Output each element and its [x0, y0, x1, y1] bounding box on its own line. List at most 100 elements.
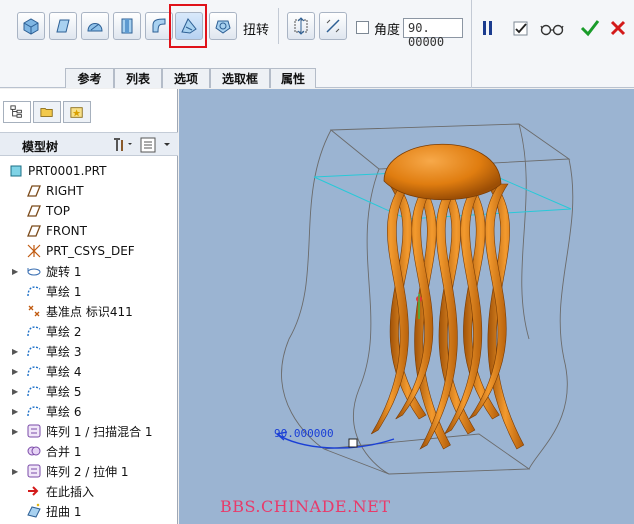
tree-columns-button[interactable] — [140, 137, 174, 153]
sketch-icon — [26, 343, 42, 359]
tree-item-label: 草绘 3 — [46, 344, 82, 359]
tree-settings-button[interactable] — [112, 137, 134, 153]
tree-item-label: 合并 1 — [46, 444, 82, 459]
close-icon — [610, 20, 626, 36]
ok-button[interactable] — [580, 18, 600, 38]
model-tree-header: 模型树 — [0, 132, 178, 156]
tree-item-label: 阵列 1 / 扫描混合 1 — [46, 424, 153, 439]
angle-checkbox[interactable] — [356, 21, 369, 34]
tree-item[interactable]: ▶ 旋转 1 — [0, 261, 178, 281]
part-icon — [8, 163, 24, 179]
tree-item[interactable]: ▶ 草绘 4 — [0, 361, 178, 381]
expand-arrow-icon[interactable]: ▶ — [12, 387, 20, 396]
tree-item[interactable]: ▶ 阵列 1 / 扫描混合 1 — [0, 421, 178, 441]
insert-arrow-icon — [26, 483, 42, 499]
watermark-text: BBS.CHINADE.NET — [220, 497, 391, 516]
remove-material-button[interactable] — [81, 12, 109, 40]
surface-icon — [56, 19, 70, 33]
warp-icon — [26, 503, 42, 519]
expand-arrow-icon[interactable]: ▶ — [12, 267, 20, 276]
tree-item[interactable]: 草绘 1 — [0, 281, 178, 301]
tree-item[interactable]: 在此插入 — [0, 481, 178, 501]
dashboard-toolbar: 扭转 角度 90. 00000 参考 列表 选项 选取框 属性 — [0, 0, 634, 88]
pattern-icon — [26, 423, 42, 439]
merge-icon — [26, 443, 42, 459]
tab-properties[interactable]: 属性 — [270, 68, 316, 88]
dome-cap — [383, 143, 502, 201]
navigator-tabs — [0, 101, 178, 123]
angle-input[interactable]: 90. 00000 — [403, 18, 463, 49]
pattern-icon — [26, 463, 42, 479]
verify-button[interactable] — [540, 22, 564, 36]
tab-favorites[interactable] — [63, 101, 91, 123]
datum-plane-icon — [26, 183, 42, 199]
datum-point-icon — [26, 303, 42, 319]
tree-item-label: 草绘 6 — [46, 404, 82, 419]
tab-list[interactable]: 列表 — [114, 68, 162, 88]
tab-references[interactable]: 参考 — [65, 68, 114, 88]
tab-model-tree[interactable] — [3, 101, 31, 123]
expand-arrow-icon[interactable]: ▶ — [12, 367, 20, 376]
sweep-icon — [152, 18, 166, 33]
glasses-icon — [540, 24, 564, 36]
favorites-icon — [70, 107, 83, 118]
datum-plane-icon — [26, 203, 42, 219]
twist-label: 扭转 — [243, 23, 270, 38]
tree-item[interactable]: ▶ 阵列 2 / 拉伸 1 — [0, 461, 178, 481]
tree-item-label: 草绘 4 — [46, 364, 82, 379]
preview-check-button[interactable] — [513, 20, 533, 38]
tree-item-label: 旋转 1 — [46, 264, 82, 279]
drag-handle[interactable] — [348, 438, 358, 448]
direction-icon — [294, 17, 308, 35]
sketch-icon — [26, 323, 42, 339]
tools-icon — [114, 138, 132, 151]
tree-item[interactable]: 草绘 2 — [0, 321, 178, 341]
tree-item[interactable]: FRONT — [0, 221, 178, 241]
csys-icon — [26, 243, 42, 259]
list-icon — [140, 137, 170, 153]
flip-icon — [326, 19, 340, 33]
ribbon-tentacles — [370, 183, 525, 450]
tree-item[interactable]: 基准点 标识411 — [0, 301, 178, 321]
pause-button[interactable] — [481, 20, 495, 36]
expand-arrow-icon[interactable]: ▶ — [12, 467, 20, 476]
angle-label: 角度 — [374, 23, 401, 38]
tree-item[interactable]: ▶ 草绘 3 — [0, 341, 178, 361]
tab-options[interactable]: 选项 — [162, 68, 210, 88]
direction-button[interactable] — [287, 12, 315, 40]
tree-item[interactable]: TOP — [0, 201, 178, 221]
sketch-icon — [26, 283, 42, 299]
tree-item-label: 基准点 标识411 — [46, 304, 133, 319]
twist-highlight-box — [169, 4, 207, 48]
sketch-icon — [26, 403, 42, 419]
dimension-value[interactable]: 90.000000 — [274, 427, 334, 440]
tree-item[interactable]: PRT0001.PRT — [0, 161, 178, 181]
tree-item-label: FRONT — [46, 224, 87, 238]
model-tree-title: 模型树 — [22, 140, 59, 154]
thicken-button[interactable] — [113, 12, 141, 40]
tree-icon — [10, 105, 22, 118]
tree-item[interactable]: 合并 1 — [0, 441, 178, 461]
cancel-button[interactable] — [609, 19, 627, 37]
graphics-window[interactable] — [179, 89, 634, 524]
tab-folder-browser[interactable] — [33, 101, 61, 123]
solid-button[interactable] — [17, 12, 45, 40]
revolve-icon — [26, 263, 42, 279]
tree-item-label: 在此插入 — [46, 484, 95, 499]
tree-item[interactable]: ▶ 草绘 5 — [0, 381, 178, 401]
expand-arrow-icon[interactable]: ▶ — [12, 407, 20, 416]
tree-item[interactable]: RIGHT — [0, 181, 178, 201]
tree-item[interactable]: 扭曲 1 — [0, 501, 178, 521]
surface-button[interactable] — [49, 12, 77, 40]
remove-material-icon — [87, 23, 103, 32]
expand-arrow-icon[interactable]: ▶ — [12, 427, 20, 436]
sketch-icon — [26, 383, 42, 399]
checkbox-checked-icon — [513, 21, 528, 36]
flip-button[interactable] — [319, 12, 347, 40]
tree-item[interactable]: ▶ 草绘 6 — [0, 401, 178, 421]
tree-item[interactable]: PRT_CSYS_DEF — [0, 241, 178, 261]
rotate-button[interactable] — [209, 12, 237, 40]
expand-arrow-icon[interactable]: ▶ — [12, 347, 20, 356]
sketch-icon — [26, 363, 42, 379]
tab-marquee[interactable]: 选取框 — [210, 68, 270, 88]
